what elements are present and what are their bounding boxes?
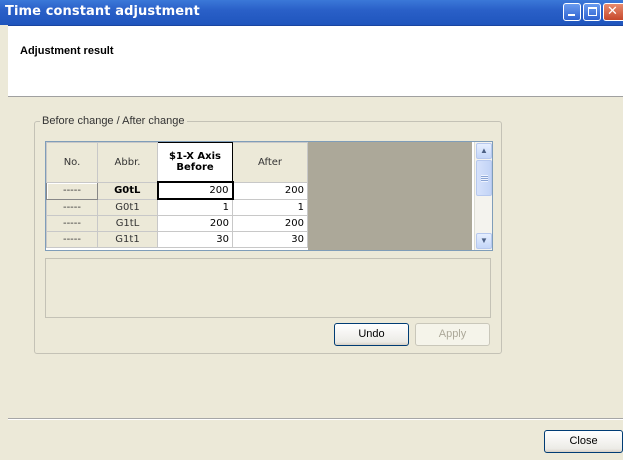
row-no-cell[interactable]: ----- (46, 198, 98, 216)
row-abbr-cell[interactable]: G0t1 (97, 198, 158, 216)
column-header-before[interactable]: $1-X Axis Before (157, 142, 233, 183)
table-row[interactable]: ----- G1t1 30 30 (46, 231, 308, 248)
header-panel: Adjustment result (8, 26, 623, 97)
table-row[interactable]: ----- G0tL 200 200 (46, 181, 308, 200)
before-value-cell[interactable]: 200 (157, 215, 233, 232)
grid-empty-area (308, 142, 472, 250)
row-abbr-cell[interactable]: G1tL (97, 215, 158, 232)
column-header-after[interactable]: After (232, 142, 308, 183)
row-no-cell[interactable]: ----- (46, 181, 98, 200)
grip-icon (481, 175, 488, 182)
maximize-button[interactable] (583, 3, 601, 21)
after-value-cell[interactable]: 200 (232, 181, 308, 200)
row-abbr-cell[interactable]: G0tL (97, 181, 158, 200)
close-button[interactable]: Close (544, 430, 623, 453)
vertical-scrollbar[interactable]: ▲ ▼ (474, 142, 492, 250)
column-header-abbr[interactable]: Abbr. (97, 142, 158, 183)
close-window-button[interactable]: ✕ (603, 3, 623, 21)
close-icon: ✕ (607, 4, 618, 19)
undo-button[interactable]: Undo (334, 323, 409, 346)
after-value-cell[interactable]: 1 (232, 198, 308, 216)
adjustment-grid[interactable]: No. Abbr. $1-X Axis Before After ----- G… (45, 141, 493, 251)
title-bar[interactable]: Time constant adjustment ✕ (0, 0, 623, 26)
header-label: Adjustment result (20, 45, 114, 57)
column-header-before-line2: Before (176, 162, 214, 173)
maximize-icon (588, 7, 597, 16)
row-no-cell[interactable]: ----- (46, 215, 98, 232)
column-header-before-line1: $1-X Axis (168, 151, 221, 162)
group-label: Before change / After change (40, 115, 187, 127)
minimize-icon (568, 14, 575, 16)
window-border (0, 25, 8, 460)
scroll-thumb[interactable] (476, 160, 492, 196)
scroll-down-button[interactable]: ▼ (476, 233, 492, 249)
before-value-cell[interactable]: 30 (157, 231, 233, 248)
after-value-cell[interactable]: 30 (232, 231, 308, 248)
chevron-down-icon: ▼ (480, 236, 488, 245)
before-value-cell[interactable]: 200 (156, 181, 234, 200)
after-value-cell[interactable]: 200 (232, 215, 308, 232)
minimize-button[interactable] (563, 3, 581, 21)
message-area (45, 258, 491, 318)
table-row[interactable]: ----- G0t1 1 1 (46, 198, 308, 216)
chevron-up-icon: ▲ (480, 146, 488, 155)
table-row[interactable]: ----- G1tL 200 200 (46, 215, 308, 232)
divider (8, 418, 623, 420)
window-title: Time constant adjustment (5, 4, 200, 19)
apply-button[interactable]: Apply (415, 323, 490, 346)
column-header-no[interactable]: No. (46, 142, 98, 183)
before-value-cell[interactable]: 1 (157, 198, 233, 216)
scroll-up-button[interactable]: ▲ (476, 143, 492, 159)
row-no-cell[interactable]: ----- (46, 231, 98, 248)
row-abbr-cell[interactable]: G1t1 (97, 231, 158, 248)
